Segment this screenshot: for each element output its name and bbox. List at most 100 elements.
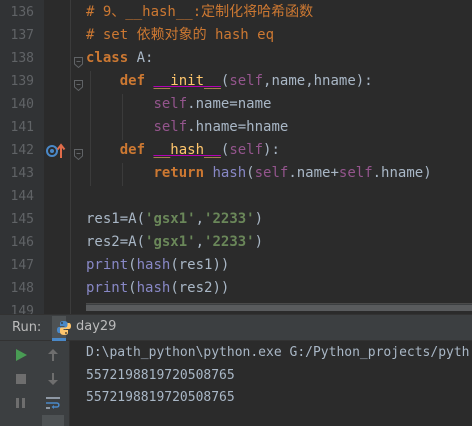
code-token: hname <box>313 73 356 89</box>
line-number: 141 <box>10 120 34 135</box>
fold-marker-icon[interactable] <box>74 145 83 161</box>
console-line-command: D:\path_python\python.exe G:/Python_proj… <box>86 345 470 360</box>
code-token: ( <box>128 257 137 273</box>
line-number: 137 <box>10 28 34 43</box>
code-text: class A: <box>86 47 153 70</box>
run-tab-label: day29 <box>76 319 117 334</box>
code-line[interactable]: 138 class A: <box>0 47 472 70</box>
code-text: return hash(self.name+self.hname) <box>86 162 432 185</box>
line-number: 138 <box>10 51 34 66</box>
code-token: hash <box>212 165 247 181</box>
code-token: (res2)) <box>170 280 230 296</box>
code-token: , <box>305 73 314 89</box>
code-token: return <box>153 165 213 181</box>
line-number: 147 <box>10 258 34 273</box>
scrollbar-thumb[interactable] <box>86 305 472 311</box>
code-token: self <box>153 96 188 112</box>
horizontal-scrollbar[interactable] <box>86 303 472 311</box>
code-line[interactable]: 143 return hash(self.name+self.hname) <box>0 162 472 185</box>
code-token: def <box>119 73 154 89</box>
soft-wrap-icon[interactable] <box>42 393 64 413</box>
run-side-toolbar <box>0 341 70 426</box>
run-toolbar: Run: day29 <box>0 314 472 341</box>
code-token: self <box>254 165 289 181</box>
code-text: res2=A('gsx1','2233') <box>86 231 263 254</box>
code-token: self <box>153 119 188 135</box>
code-line[interactable]: 144 <box>0 185 472 208</box>
code-token: hash <box>136 257 171 273</box>
code-token: ) <box>254 211 264 227</box>
code-line[interactable]: 142 def __hash__(self): <box>0 139 472 162</box>
code-line[interactable]: 145 res1=A('gsx1','2233') <box>0 208 472 231</box>
code-token: def <box>119 142 154 158</box>
run-icon[interactable] <box>10 345 32 365</box>
fold-marker-icon[interactable] <box>74 53 83 69</box>
code-token: .name=name <box>187 96 272 112</box>
code-text: def __init__(self,name,hname): <box>86 70 373 93</box>
code-editor[interactable]: 136 # 9、__hash__:定制化将哈希函数 137 # set 依赖对象的 h… <box>0 0 472 314</box>
code-token: (res1)) <box>170 257 230 273</box>
pause-icon[interactable] <box>10 393 32 413</box>
code-token: 'gsx1' <box>145 211 196 227</box>
code-line[interactable]: 139 def __init__(self,name,hname): <box>0 70 472 93</box>
code-text: # 9、__hash__:定制化将哈希函数 <box>86 1 313 24</box>
line-number: 144 <box>10 189 34 204</box>
line-number: 148 <box>10 281 34 296</box>
console-line-output: 5572198819720508765 <box>86 368 235 383</box>
fold-marker-icon[interactable] <box>74 76 83 92</box>
code-token: : <box>145 50 154 66</box>
code-line[interactable]: 141 self.hname=hname <box>0 116 472 139</box>
code-token: hash <box>136 280 171 296</box>
code-token: ( <box>128 280 137 296</box>
code-text: def __hash__(self): <box>86 139 280 162</box>
indent-guide <box>122 94 123 140</box>
code-token: class <box>86 50 137 66</box>
code-token: __init__ <box>153 73 221 89</box>
code-line[interactable]: 137 # set 依赖对象的 hash eq <box>0 24 472 47</box>
code-token: 'gsx1' <box>145 234 196 250</box>
line-number: 140 <box>10 97 34 112</box>
code-line[interactable]: 146 res2=A('gsx1','2233') <box>0 231 472 254</box>
code-text: self.hname=hname <box>86 116 288 139</box>
code-token: '2233' <box>204 234 255 250</box>
code-token: self <box>229 142 264 158</box>
scroll-up-icon[interactable] <box>42 345 64 365</box>
code-line[interactable]: 140 self.name=name <box>0 93 472 116</box>
code-token: ) <box>254 234 264 250</box>
code-token: print <box>86 257 129 273</box>
override-method-icon[interactable] <box>46 142 68 160</box>
code-token: .name+ <box>288 165 339 181</box>
code-line[interactable]: 136 # 9、__hash__:定制化将哈希函数 <box>0 1 472 24</box>
code-line[interactable]: 147 print(hash(res1)) <box>0 254 472 277</box>
code-token: '2233' <box>204 211 255 227</box>
code-text: # set 依赖对象的 hash eq <box>86 24 274 47</box>
console-output[interactable]: D:\path_python\python.exe G:/Python_proj… <box>71 341 472 426</box>
code-token: res1=A( <box>86 211 146 227</box>
scroll-down-icon[interactable] <box>42 369 64 389</box>
code-token: # 9、__hash__:定制化将哈希函数 <box>86 4 314 20</box>
line-number: 136 <box>10 5 34 20</box>
stop-icon[interactable] <box>10 369 32 389</box>
run-tab-day29[interactable]: day29 <box>52 316 116 341</box>
code-line[interactable]: 148 print(hash(res2)) <box>0 277 472 300</box>
console-line-output: 5572198819720508765 <box>86 390 235 405</box>
code-token: # set 依赖对象的 hash eq <box>86 27 275 43</box>
code-token: print <box>86 280 129 296</box>
code-token: , <box>195 211 205 227</box>
code-text: self.name=name <box>86 93 271 116</box>
code-token: , <box>195 234 205 250</box>
code-token: self <box>229 73 264 89</box>
indent-guide <box>122 163 123 186</box>
code-token: .hname) <box>372 165 432 181</box>
code-text: print(hash(res1)) <box>86 254 229 277</box>
settings-icon[interactable] <box>42 415 64 426</box>
code-text: res1=A('gsx1','2233') <box>86 208 263 231</box>
code-token: ): <box>263 142 280 158</box>
line-number: 142 <box>10 143 34 158</box>
run-label: Run: <box>12 320 42 335</box>
indent-guide <box>90 71 91 186</box>
